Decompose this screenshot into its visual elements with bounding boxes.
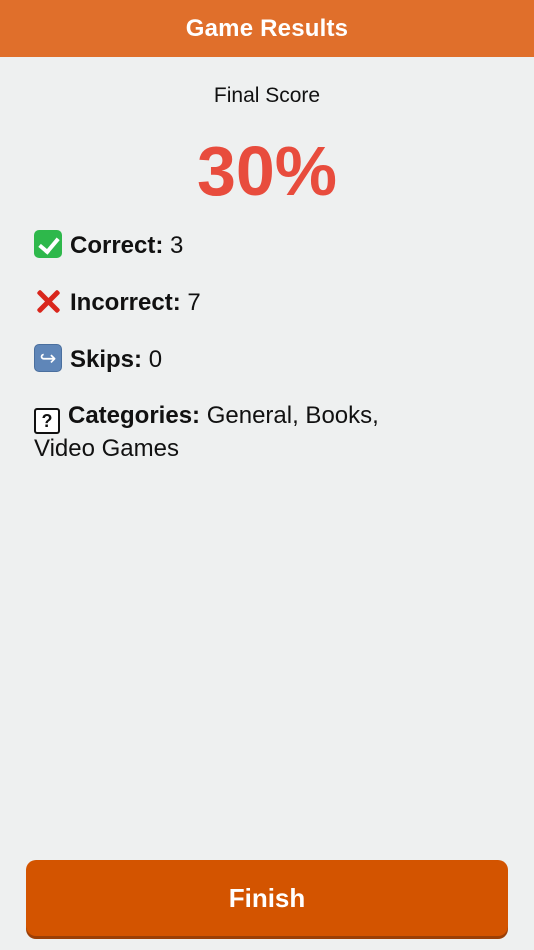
finish-button[interactable]: Finish	[26, 860, 508, 936]
correct-stat: Correct: 3	[34, 230, 494, 261]
check-mark-icon	[34, 230, 62, 258]
correct-label: Correct:	[70, 232, 164, 259]
skips-label: Skips:	[70, 346, 143, 373]
cross-mark-icon	[34, 287, 62, 315]
final-score-value: 30%	[196, 132, 338, 210]
categories-stat: ? Categories: General, Books, Video Games	[34, 401, 414, 464]
incorrect-value: 7	[180, 289, 201, 316]
incorrect-stat: Incorrect: 7	[34, 287, 494, 318]
skips-value: 0	[142, 346, 163, 373]
page-title: Game Results	[185, 14, 349, 42]
skip-arrow-icon: ↪	[34, 344, 62, 372]
question-box-icon: ?	[34, 408, 60, 434]
correct-value: 3	[163, 232, 184, 259]
skips-stat: ↪ Skips: 0	[34, 344, 494, 375]
categories-label: Categories:	[68, 402, 201, 429]
header-bar: Game Results	[0, 0, 534, 57]
incorrect-label: Incorrect:	[70, 289, 181, 316]
final-score-label: Final Score	[213, 84, 321, 107]
